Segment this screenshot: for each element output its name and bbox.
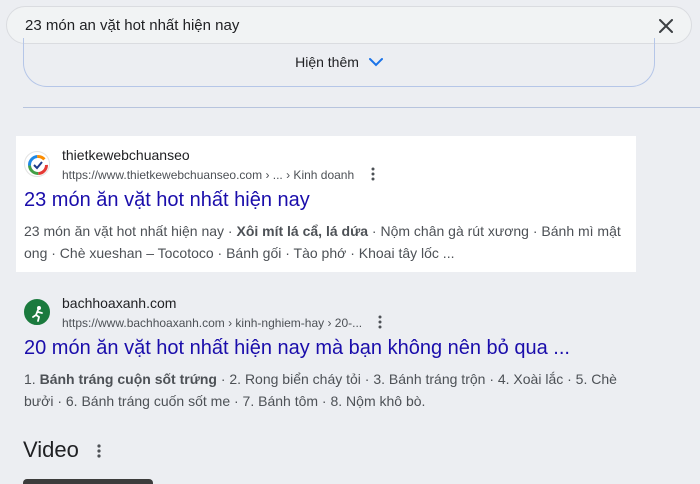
video-thumbnail[interactable]	[23, 479, 153, 484]
site-url: https://www.thietkewebchuanseo.com › ...…	[62, 167, 380, 182]
site-url-text: https://www.thietkewebchuanseo.com › ...…	[62, 168, 355, 182]
more-options-icon[interactable]	[373, 315, 387, 329]
show-more-label: Hiện thêm	[295, 54, 359, 70]
snippet-text: 23 món ăn vặt hot nhất hiện nay ·	[24, 223, 237, 239]
site-favicon-icon	[24, 151, 50, 177]
snippet-bold-text: Bánh tráng cuộn sốt trứng	[39, 371, 217, 387]
site-name: bachhoaxanh.com	[62, 295, 177, 311]
result-source[interactable]: bachhoaxanh.com https://www.bachhoaxanh.…	[24, 294, 624, 334]
search-result-1: thietkewebchuanseo https://www.thietkewe…	[16, 136, 636, 272]
result-title-link[interactable]: 20 món ăn vặt hot nhất hiện nay mà bạn k…	[24, 337, 570, 360]
video-section-heading: Video	[23, 437, 79, 462]
site-url: https://www.bachhoaxanh.com › kinh-nghie…	[62, 315, 387, 330]
search-result-2: bachhoaxanh.com https://www.bachhoaxanh.…	[16, 284, 636, 414]
site-url-text: https://www.bachhoaxanh.com › kinh-nghie…	[62, 316, 363, 330]
close-icon	[659, 19, 673, 33]
chevron-down-icon	[368, 58, 383, 67]
video-more-options-icon[interactable]	[92, 443, 106, 459]
result-snippet: 1. Bánh tráng cuộn sốt trứng · 2. Rong b…	[24, 368, 630, 412]
section-divider	[23, 107, 700, 108]
site-favicon-icon	[24, 299, 50, 325]
search-query-text[interactable]: 23 món an vặt hot nhất hiện nay	[25, 17, 239, 34]
show-more-button[interactable]: Hiện thêm	[23, 38, 655, 87]
result-title-link[interactable]: 23 món ăn vặt hot nhất hiện nay	[24, 189, 310, 212]
snippet-bold-text: Xôi mít lá cẩ, lá dứa	[236, 223, 369, 239]
site-name: thietkewebchuanseo	[62, 147, 190, 163]
snippet-text: 1.	[24, 371, 40, 387]
clear-search-button[interactable]	[655, 15, 677, 37]
result-source[interactable]: thietkewebchuanseo https://www.thietkewe…	[24, 146, 624, 186]
result-snippet: 23 món ăn vặt hot nhất hiện nay · Xôi mí…	[24, 220, 630, 264]
more-options-icon[interactable]	[366, 167, 380, 181]
